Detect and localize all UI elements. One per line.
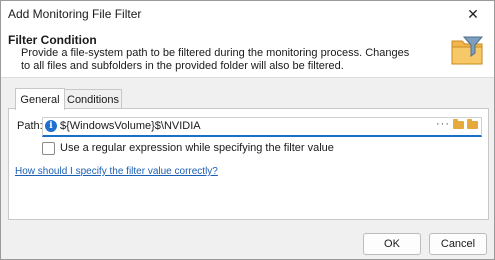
ok-button[interactable]: OK [363, 233, 421, 255]
browse-file-icon[interactable] [467, 119, 478, 129]
cancel-button-label: Cancel [440, 238, 476, 250]
tab-general-label: General [20, 93, 60, 106]
general-panel: Path: i ${WindowsVolume}$\NVIDIA ··· Use… [8, 108, 489, 220]
dialog-footer: OK Cancel [1, 226, 494, 259]
regex-checkbox[interactable] [42, 142, 55, 155]
tab-conditions[interactable]: Conditions [64, 89, 122, 109]
cancel-button[interactable]: Cancel [429, 233, 487, 255]
ok-button-label: OK [384, 238, 400, 250]
path-value: ${WindowsVolume}$\NVIDIA [60, 120, 201, 132]
regex-checkbox-label[interactable]: Use a regular expression while specifyin… [60, 142, 334, 154]
dialog-header: Filter Condition Provide a file-system p… [1, 27, 494, 78]
header-title: Filter Condition [8, 33, 97, 47]
title-bar: Add Monitoring File Filter ✕ [1, 1, 494, 27]
close-icon[interactable]: ✕ [458, 3, 488, 25]
tab-conditions-label: Conditions [67, 93, 119, 106]
path-label: Path: [17, 120, 43, 132]
help-link[interactable]: How should I specify the filter value co… [15, 166, 218, 177]
dialog-window: Add Monitoring File Filter ✕ Filter Cond… [0, 0, 495, 260]
header-description: Provide a file-system path to be filtere… [21, 47, 410, 72]
path-input[interactable]: i ${WindowsVolume}$\NVIDIA ··· [42, 117, 482, 137]
browse-folder-icon[interactable] [453, 119, 464, 129]
tab-general[interactable]: General [15, 88, 65, 110]
info-icon: i [45, 120, 57, 132]
window-title: Add Monitoring File Filter [8, 7, 142, 21]
more-options-icon[interactable]: ··· [436, 118, 450, 130]
folder-filter-icon [451, 36, 484, 65]
